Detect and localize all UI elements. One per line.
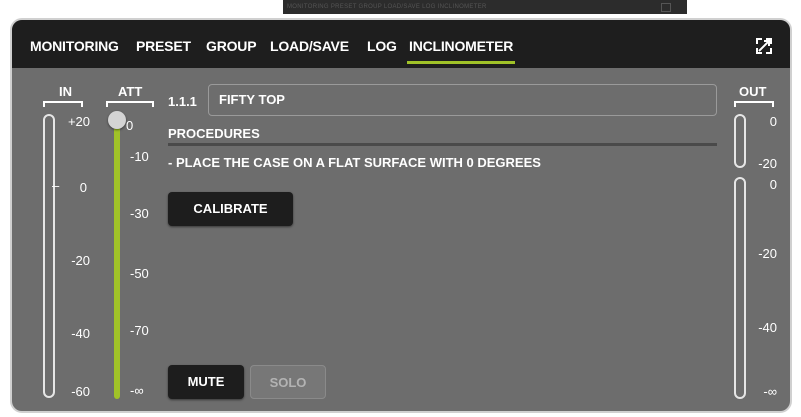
procedures-heading: PROCEDURES <box>168 126 260 141</box>
att-tick: -30 <box>130 206 149 221</box>
inclinometer-panel: MONITORING PRESET GROUP LOAD/SAVE LOG IN… <box>10 18 792 413</box>
out-tick: -40 <box>758 320 777 335</box>
tab-log[interactable]: LOG <box>367 38 397 54</box>
channel-id: 1.1.1 <box>168 94 197 109</box>
out-tick: -20 <box>758 156 777 171</box>
procedures-divider <box>168 143 717 146</box>
in-tick: -40 <box>71 326 90 341</box>
solo-button[interactable]: SOLO <box>250 365 326 399</box>
in-label: IN <box>59 84 72 99</box>
expand-icon[interactable] <box>755 37 773 55</box>
input-level-meter <box>43 114 55 398</box>
in-tick: -20 <box>71 253 90 268</box>
output-level-meter-top <box>734 114 746 168</box>
in-zero-marker: – <box>52 178 60 193</box>
att-tick: -50 <box>130 266 149 281</box>
out-bracket <box>734 101 774 107</box>
out-tick: 0 <box>769 114 777 129</box>
att-tick: 0 <box>126 118 134 133</box>
in-tick: -60 <box>71 384 90 399</box>
output-level-meter <box>734 177 746 399</box>
tab-group[interactable]: GROUP <box>206 38 257 54</box>
att-tick: -70 <box>130 323 149 338</box>
tab-monitoring[interactable]: MONITORING <box>30 38 119 54</box>
background-window-tabbar: MONITORING PRESET GROUP LOAD/SAVE LOG IN… <box>283 0 687 14</box>
channel-name-field[interactable]: FIFTY TOP <box>208 84 717 116</box>
tab-load-save[interactable]: LOAD/SAVE <box>270 38 349 54</box>
tab-preset[interactable]: PRESET <box>136 38 191 54</box>
out-tick: -20 <box>758 246 777 261</box>
in-tick: +20 <box>67 114 90 129</box>
in-bracket <box>43 101 83 107</box>
att-tick: -10 <box>130 149 149 164</box>
att-label: ATT <box>118 84 143 99</box>
tab-bar: MONITORING PRESET GROUP LOAD/SAVE LOG IN… <box>12 20 790 68</box>
att-bracket <box>106 101 154 107</box>
background-expand-icon <box>661 3 671 12</box>
attenuation-slider-track[interactable] <box>114 121 120 399</box>
out-tick: -∞ <box>763 384 777 399</box>
mute-button[interactable]: MUTE <box>168 365 244 399</box>
background-window-tabs: MONITORING PRESET GROUP LOAD/SAVE LOG IN… <box>287 4 487 10</box>
attenuation-slider-knob[interactable] <box>108 111 126 129</box>
calibrate-button[interactable]: CALIBRATE <box>168 192 293 226</box>
out-label: OUT <box>739 84 767 99</box>
out-tick: 0 <box>769 177 777 192</box>
att-tick: -∞ <box>130 383 144 398</box>
tab-inclinometer[interactable]: INCLINOMETER <box>406 38 516 64</box>
procedures-instruction: - PLACE THE CASE ON A FLAT SURFACE WITH … <box>168 155 541 170</box>
